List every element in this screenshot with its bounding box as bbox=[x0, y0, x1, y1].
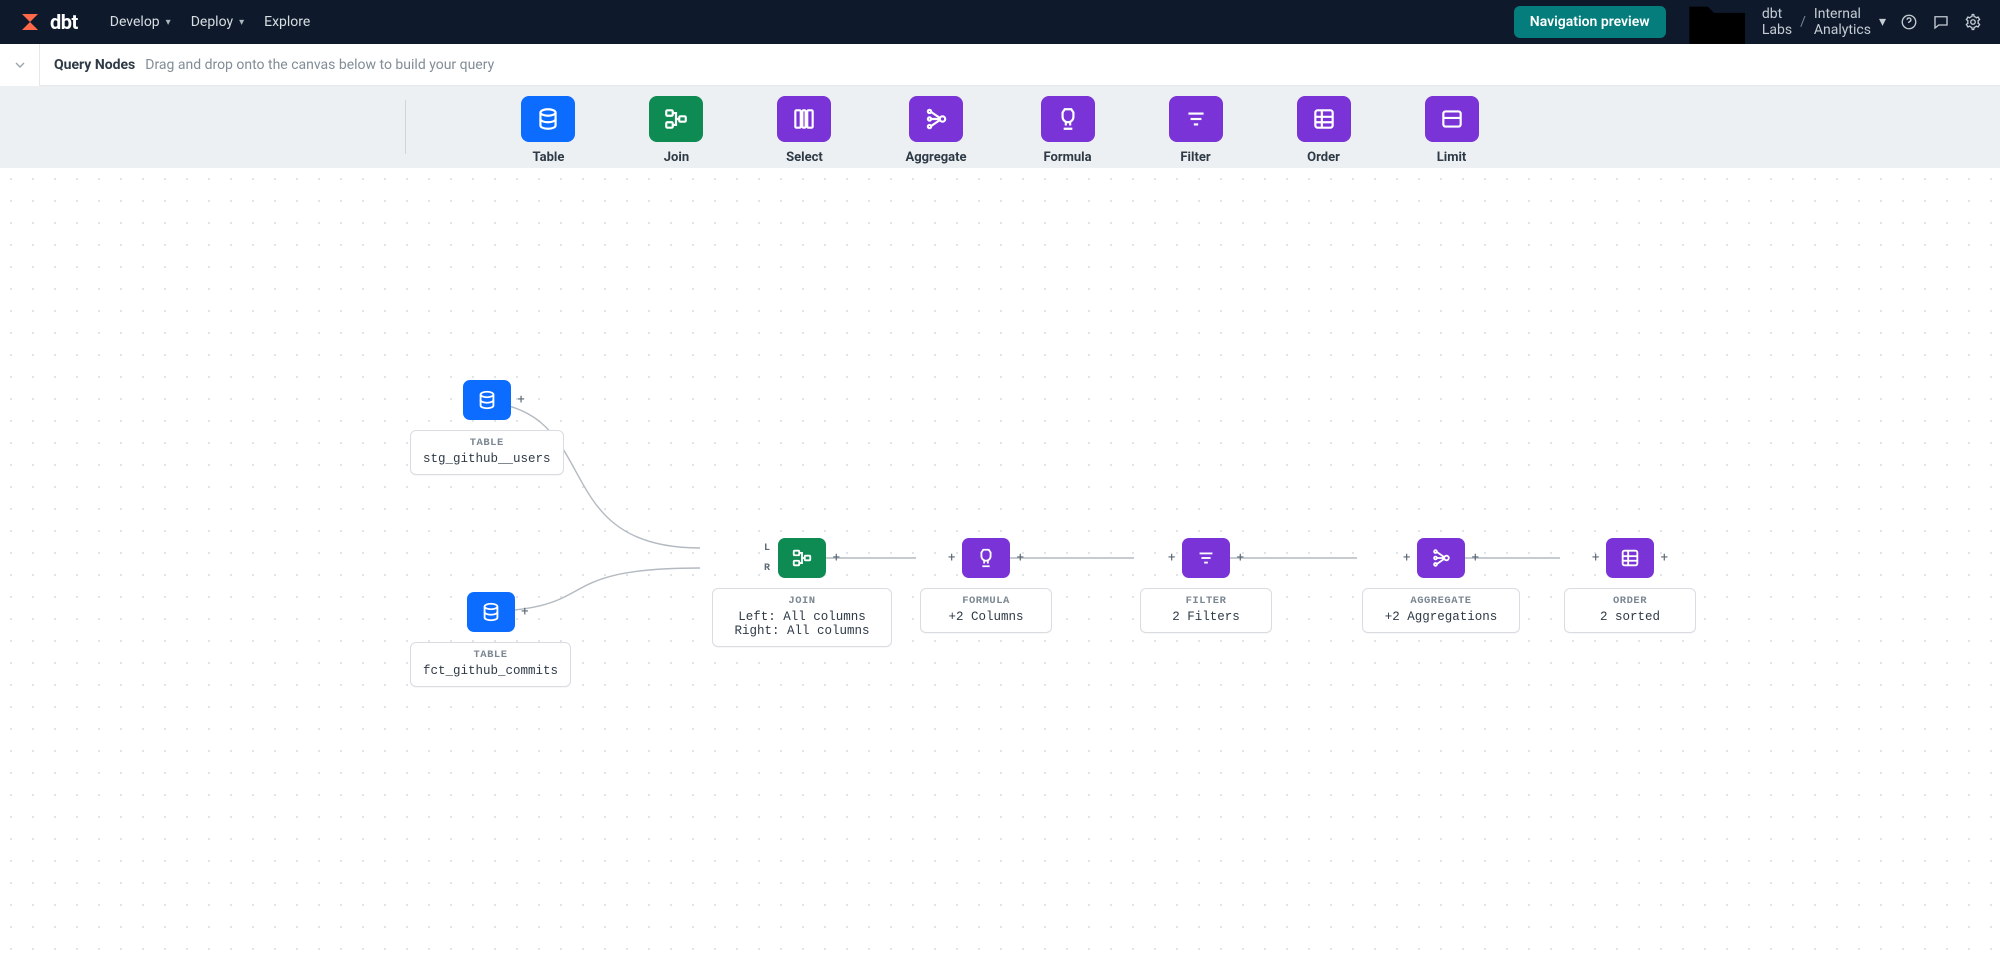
chevron-down-icon: ▾ bbox=[239, 17, 244, 28]
aggregate-icon bbox=[909, 96, 963, 142]
top-nav: dbt Develop▾ Deploy▾ Explore Navigation … bbox=[0, 0, 2000, 44]
canvas-node-filter[interactable]: + + FILTER 2 Filters bbox=[1140, 538, 1272, 633]
nav-deploy[interactable]: Deploy▾ bbox=[191, 14, 244, 30]
add-input-port[interactable]: + bbox=[1592, 552, 1599, 565]
aggregate-icon bbox=[1430, 547, 1452, 569]
canvas-node-table-commits[interactable]: + TABLE fct_github_commits bbox=[410, 592, 571, 687]
limit-icon bbox=[1425, 96, 1479, 142]
filter-icon bbox=[1195, 547, 1217, 569]
palette-divider bbox=[405, 100, 406, 154]
project-name: Internal Analytics bbox=[1814, 6, 1871, 38]
filter-icon bbox=[1169, 96, 1223, 142]
add-input-port[interactable]: + bbox=[948, 552, 955, 565]
palette-formula[interactable]: Formula bbox=[1041, 96, 1095, 165]
canvas-node-aggregate[interactable]: + + AGGREGATE +2 Aggregations bbox=[1362, 538, 1520, 633]
brand-text: dbt bbox=[50, 10, 78, 34]
chevron-down-icon: ▾ bbox=[166, 17, 171, 28]
utility-icons bbox=[1900, 13, 1982, 31]
panel-title: Query Nodes bbox=[54, 57, 135, 73]
query-canvas[interactable]: + TABLE stg_github__users + TABLE fct_gi… bbox=[0, 168, 2000, 958]
chevron-down-icon bbox=[12, 57, 28, 73]
node-palette: Table Join Select Aggregate Formula Filt… bbox=[0, 86, 2000, 168]
palette-aggregate[interactable]: Aggregate bbox=[905, 96, 966, 165]
add-input-port[interactable]: + bbox=[1403, 552, 1410, 565]
palette-filter[interactable]: Filter bbox=[1169, 96, 1223, 165]
add-output-port[interactable]: + bbox=[1017, 552, 1024, 565]
palette-limit[interactable]: Limit bbox=[1425, 96, 1479, 165]
panel-hint: Drag and drop onto the canvas below to b… bbox=[145, 57, 494, 73]
add-output-port[interactable]: + bbox=[1237, 552, 1244, 565]
join-icon bbox=[649, 96, 703, 142]
navigation-preview-button[interactable]: Navigation preview bbox=[1514, 6, 1666, 38]
canvas-node-join[interactable]: LR + JOIN Left: All columns Right: All c… bbox=[712, 538, 892, 647]
order-icon bbox=[1619, 547, 1641, 569]
nav-develop[interactable]: Develop▾ bbox=[110, 14, 171, 30]
canvas-node-table-users[interactable]: + TABLE stg_github__users bbox=[410, 380, 564, 475]
brand-logo[interactable]: dbt bbox=[18, 10, 78, 34]
help-icon[interactable] bbox=[1900, 13, 1918, 31]
formula-icon bbox=[1041, 96, 1095, 142]
canvas-node-order[interactable]: + + ORDER 2 sorted bbox=[1564, 538, 1696, 633]
dbt-logo-icon bbox=[18, 10, 42, 34]
add-output-port[interactable]: + bbox=[521, 606, 528, 619]
add-output-port[interactable]: + bbox=[833, 552, 840, 565]
palette-select[interactable]: Select bbox=[777, 96, 831, 165]
table-icon bbox=[480, 601, 502, 623]
query-nodes-header: Query Nodes Drag and drop onto the canva… bbox=[0, 44, 2000, 86]
settings-icon[interactable] bbox=[1964, 13, 1982, 31]
formula-icon bbox=[975, 547, 997, 569]
primary-nav: Develop▾ Deploy▾ Explore bbox=[110, 14, 311, 30]
collapse-toggle[interactable] bbox=[0, 44, 40, 86]
chevron-down-icon: ▾ bbox=[1879, 14, 1886, 30]
palette-table[interactable]: Table bbox=[521, 96, 575, 165]
table-icon bbox=[521, 96, 575, 142]
nav-explore[interactable]: Explore bbox=[264, 14, 310, 30]
palette-order[interactable]: Order bbox=[1297, 96, 1351, 165]
add-output-port[interactable]: + bbox=[517, 394, 524, 407]
order-icon bbox=[1297, 96, 1351, 142]
palette-join[interactable]: Join bbox=[649, 96, 703, 165]
table-icon bbox=[476, 389, 498, 411]
org-name: dbt Labs bbox=[1762, 6, 1792, 38]
add-output-port[interactable]: + bbox=[1661, 552, 1668, 565]
join-icon bbox=[791, 547, 813, 569]
add-output-port[interactable]: + bbox=[1472, 552, 1479, 565]
select-icon bbox=[777, 96, 831, 142]
chat-icon[interactable] bbox=[1932, 13, 1950, 31]
canvas-node-formula[interactable]: + + FORMULA +2 Columns bbox=[920, 538, 1052, 633]
add-input-port[interactable]: + bbox=[1168, 552, 1175, 565]
